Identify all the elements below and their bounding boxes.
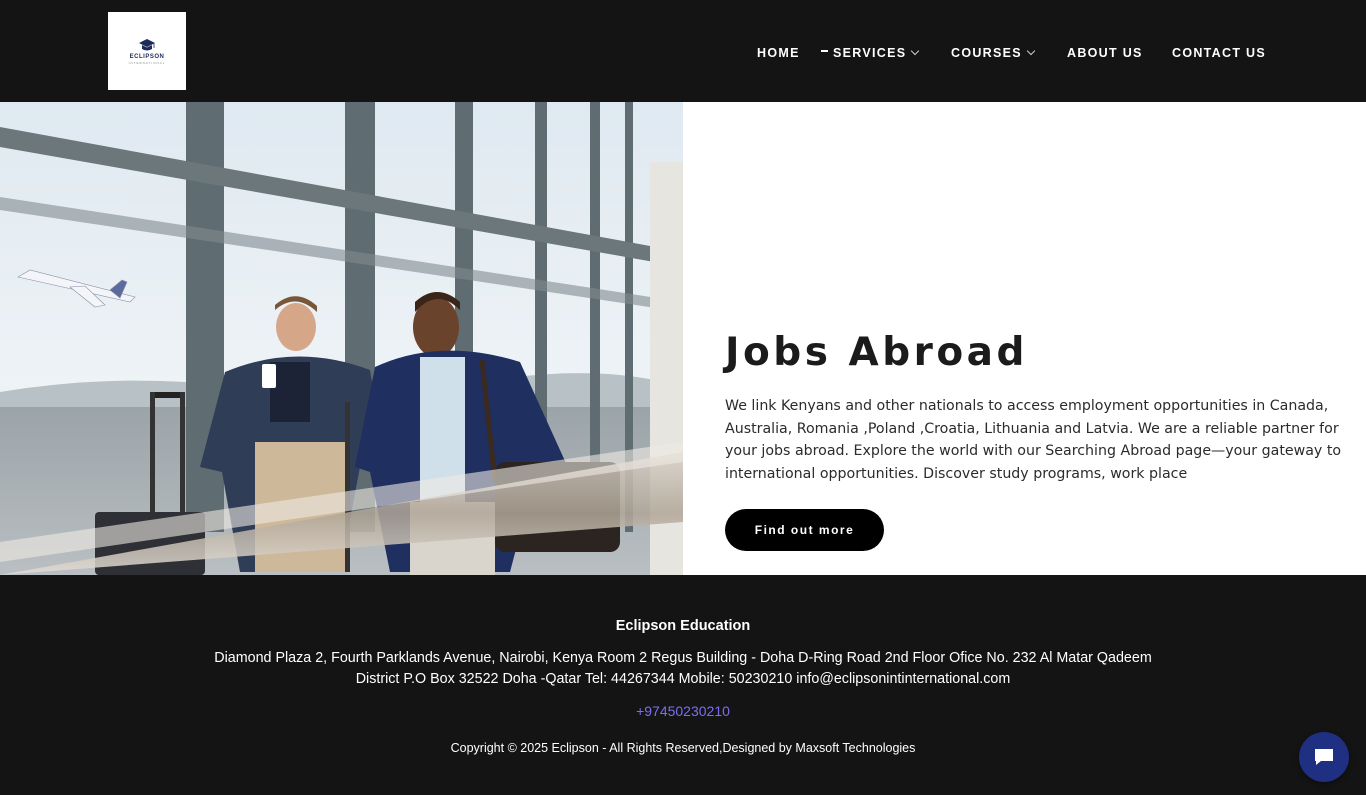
hero-text-panel: Jobs Abroad We link Kenyans and other na… [683, 102, 1366, 575]
active-indicator [821, 50, 828, 52]
footer-address: Diamond Plaza 2, Fourth Parklands Avenue… [214, 650, 1152, 687]
nav-item-courses[interactable]: COURSES [951, 44, 1036, 62]
nav-item-home[interactable]: HOME [757, 44, 800, 62]
footer-company-name: Eclipson Education [615, 618, 751, 634]
nav-item-label: HOME [757, 46, 800, 60]
hero-title: Jobs Abroad [725, 330, 1028, 375]
footer-phone-link[interactable]: +97450230210 [0, 703, 1366, 719]
chat-button[interactable] [1299, 732, 1349, 782]
nav-item-label: COURSES [951, 46, 1022, 60]
nav-item-label: SERVICES [833, 46, 907, 60]
hero-description: We link Kenyans and other nationals to a… [725, 398, 1342, 482]
chevron-down-icon [911, 46, 920, 56]
nav-item-label: CONTACT US [1172, 46, 1267, 60]
site-header: ECLIPSON INTERNATIONAL HOME SERVICES COU… [0, 0, 1366, 102]
chevron-down-icon [1026, 46, 1036, 56]
nav-item-contact-us[interactable]: CONTACT US [1172, 44, 1266, 62]
nav-item-label: ABOUT US [1067, 46, 1143, 60]
chat-bubble-icon [1315, 749, 1333, 765]
footer-copyright: Copyright © 2025 Eclipson - All Rights R… [450, 741, 916, 755]
nav-item-services[interactable]: SERVICES [821, 44, 920, 62]
site-footer: Eclipson Education Diamond Plaza 2, Four… [0, 575, 1366, 795]
nav-item-about-us[interactable]: ABOUT US [1067, 44, 1143, 62]
find-out-more-button[interactable]: Find out more [725, 509, 884, 551]
main-nav: HOME SERVICES COURSES ABOUT US CONTACT U… [0, 44, 1366, 62]
hero-image [0, 102, 683, 575]
